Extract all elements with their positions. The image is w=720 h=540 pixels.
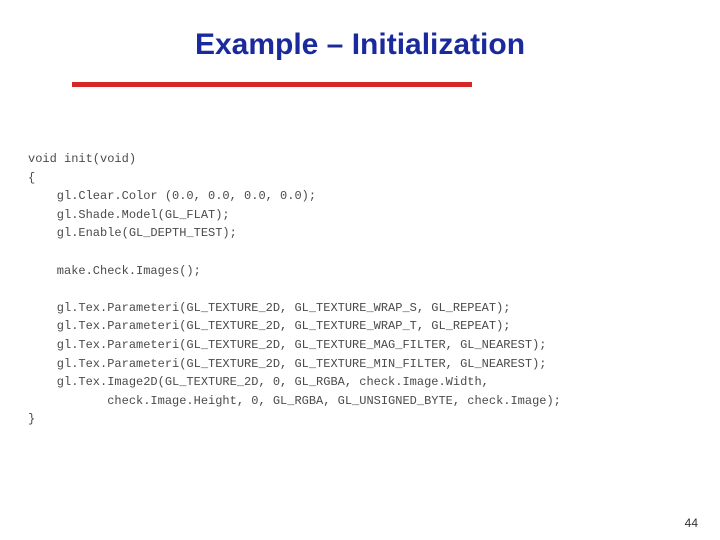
page-number: 44 — [685, 516, 698, 530]
slide-title: Example – Initialization — [0, 28, 720, 62]
divider — [72, 82, 472, 87]
slide: Example – Initialization void init(void)… — [0, 0, 720, 540]
code-block: void init(void) { gl.Clear.Color (0.0, 0… — [28, 150, 698, 429]
